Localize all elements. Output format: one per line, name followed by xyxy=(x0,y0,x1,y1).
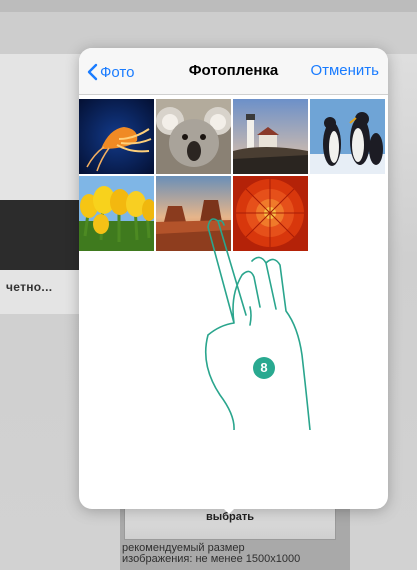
tulips-image xyxy=(79,176,154,251)
background-top-strip xyxy=(0,0,417,12)
picker-navbar: Фото Фотопленка Отменить xyxy=(79,48,388,95)
photo-desert[interactable] xyxy=(156,176,231,251)
back-to-photos-button[interactable]: Фото xyxy=(87,62,134,82)
image-size-hint-line2: изображения: не менее 1500x1000 xyxy=(122,553,301,565)
image-size-hint: рекомендуемый размер изображения: не мен… xyxy=(122,543,352,565)
photo-lighthouse[interactable] xyxy=(233,99,308,174)
photo-picker-popover: Фото Фотопленка Отменить xyxy=(79,48,388,509)
desert-image xyxy=(156,176,231,251)
jellyfish-image xyxy=(79,99,154,174)
back-label: Фото xyxy=(100,63,135,81)
popover-arrow xyxy=(220,505,238,514)
photo-chrysanthemum[interactable] xyxy=(233,176,308,251)
step-number-badge: 8 xyxy=(253,357,275,379)
cancel-button[interactable]: Отменить xyxy=(310,62,379,79)
photo-penguins[interactable] xyxy=(310,99,385,174)
background-truncated-label: четно... xyxy=(6,280,53,294)
photo-grid xyxy=(79,99,388,251)
photo-jellyfish[interactable] xyxy=(79,99,154,174)
chrysanthemum-image xyxy=(233,176,308,251)
photo-tulips[interactable] xyxy=(79,176,154,251)
background-image-preview xyxy=(0,200,84,270)
photo-koala[interactable] xyxy=(156,99,231,174)
lighthouse-image xyxy=(233,99,308,174)
penguins-image xyxy=(310,99,385,174)
koala-image xyxy=(156,99,231,174)
chevron-left-icon xyxy=(87,63,98,81)
